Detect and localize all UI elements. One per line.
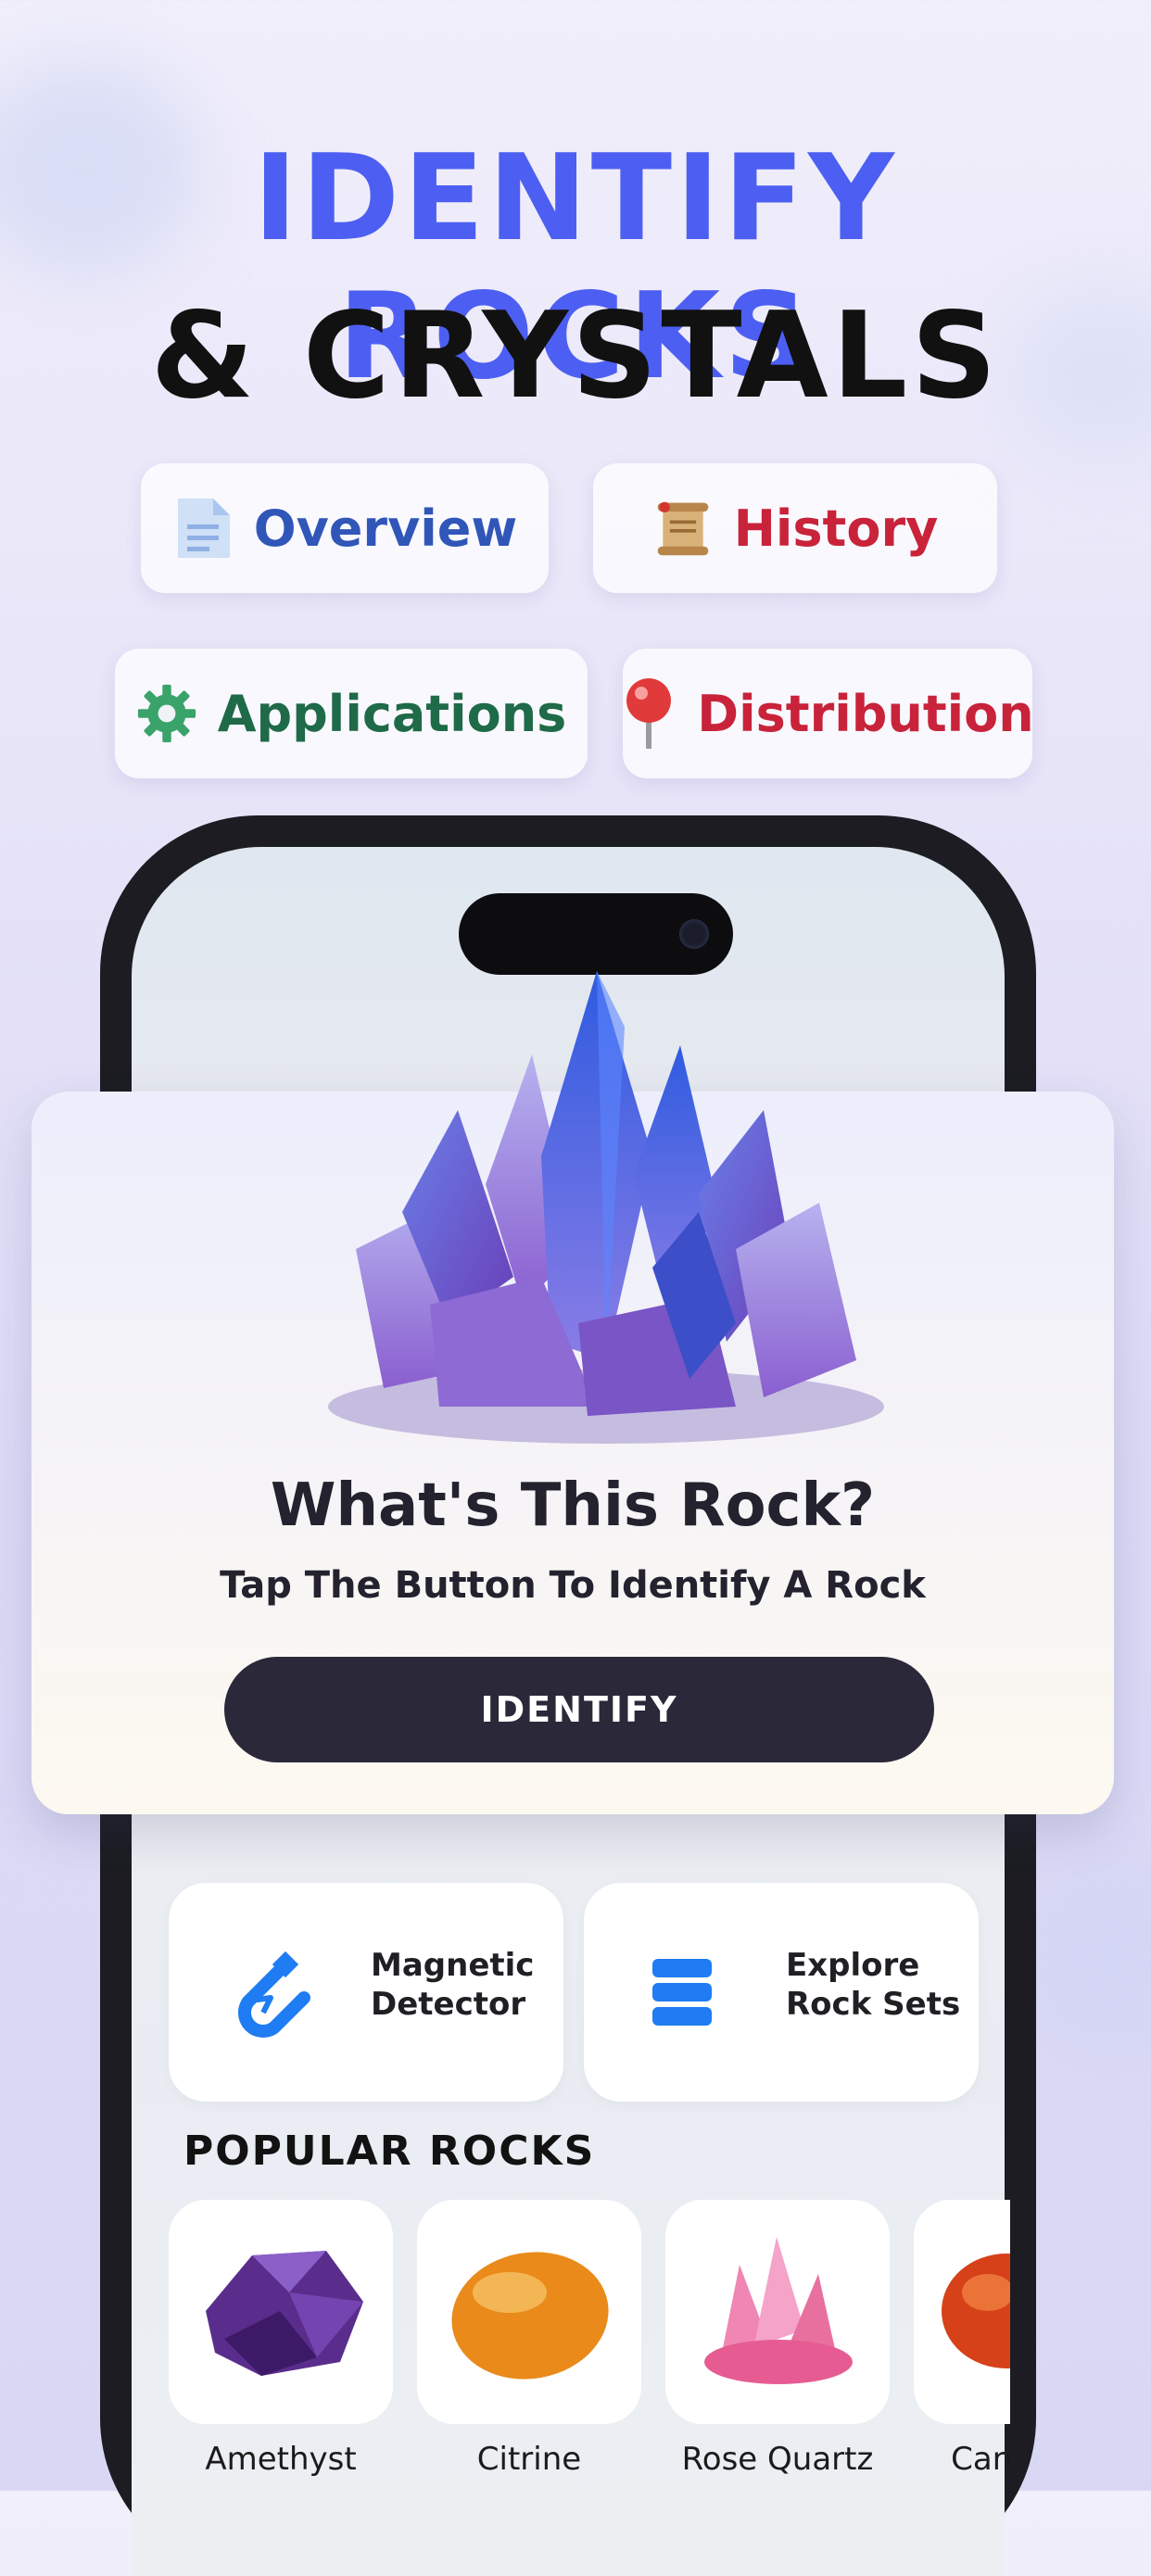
hero-title-line-2: & CRYSTALS <box>150 287 1001 425</box>
chip-applications[interactable]: Applications <box>115 649 588 778</box>
chip-distribution[interactable]: Distribution <box>621 649 1034 778</box>
camera-icon <box>679 919 709 949</box>
popular-rocks-heading: POPULAR ROCKS <box>183 2128 596 2175</box>
rock-card-carnelian[interactable]: Carnelian <box>914 2200 1010 2478</box>
chip-label: Applications <box>217 684 567 743</box>
tool-label: Magnetic Detector <box>371 1947 535 2023</box>
identify-button[interactable]: IDENTIFY <box>224 1657 934 1762</box>
rose-quartz-image <box>665 2200 890 2424</box>
crystal-cluster-image <box>328 971 884 1444</box>
gear-icon <box>136 683 197 744</box>
rock-name: Citrine <box>476 2441 582 2478</box>
rock-card-citrine[interactable]: Citrine <box>417 2200 641 2478</box>
stack-icon <box>652 1959 712 2026</box>
chip-label: Distribution <box>697 684 1034 743</box>
background-blur <box>1019 1853 1151 2057</box>
popular-rocks-carousel[interactable]: Amethyst Citrine Rose Quartz Carnelian <box>132 2196 1010 2491</box>
rock-name: Carnelian <box>951 2441 1010 2478</box>
document-icon <box>172 498 234 559</box>
citrine-image <box>417 2200 641 2424</box>
chip-overview[interactable]: Overview <box>141 463 549 593</box>
card-title: What's This Rock? <box>270 1471 876 1540</box>
chip-history[interactable]: History <box>593 463 997 593</box>
magnetic-detector-button[interactable]: Magnetic Detector <box>169 1883 563 2102</box>
carnelian-image <box>914 2200 1010 2424</box>
card-subtitle: Tap The Button To Identify A Rock <box>220 1564 926 1607</box>
rock-card-amethyst[interactable]: Amethyst <box>169 2200 393 2478</box>
explore-rock-sets-button[interactable]: Explore Rock Sets <box>584 1883 979 2102</box>
scroll-icon <box>652 498 714 559</box>
map-pin-icon <box>621 678 677 749</box>
identify-card: What's This Rock? Tap The Button To Iden… <box>32 971 1114 1814</box>
rock-name: Rose Quartz <box>681 2441 874 2478</box>
amethyst-image <box>169 2200 393 2424</box>
magnet-icon <box>238 1951 310 2038</box>
dynamic-island <box>459 893 733 975</box>
tool-label: Explore Rock Sets <box>786 1947 961 2023</box>
rock-card-rose-quartz[interactable]: Rose Quartz <box>665 2200 890 2478</box>
chip-label: History <box>733 499 939 558</box>
rock-name: Amethyst <box>205 2441 357 2478</box>
chip-label: Overview <box>253 499 518 558</box>
